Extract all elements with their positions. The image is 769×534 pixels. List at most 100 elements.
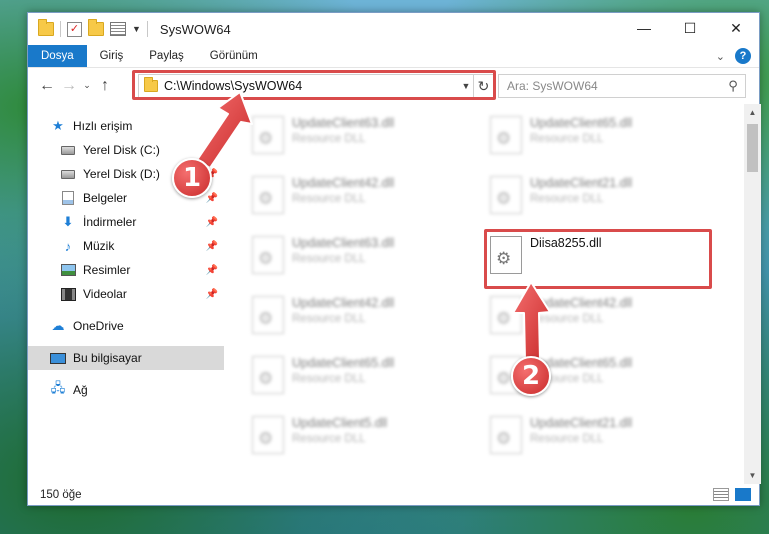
search-box[interactable]: Ara: SysWOW64 ⚲ [498,74,746,98]
tab-share[interactable]: Paylaş [136,45,197,67]
nav-label: Yerel Disk (C:) [83,143,160,157]
nav-quick-access[interactable]: ★ Hızlı erişim [28,114,224,138]
forward-arrow-icon[interactable]: → [58,77,80,95]
disk-icon [61,145,75,155]
pin-icon[interactable]: 📌 [206,241,218,252]
nav-label: Ağ [73,383,88,397]
dll-file-icon [252,116,284,154]
star-icon: ★ [52,118,64,133]
view-options-icon[interactable] [110,22,126,36]
dll-file-icon [252,356,284,394]
network-icon: 🖧 [50,380,66,395]
list-item[interactable]: UpdateClient65.dll Resource DLL [482,110,682,164]
dll-file-icon [252,176,284,214]
list-item[interactable]: UpdateClient42.dll Resource DLL [244,290,444,344]
file-name: UpdateClient5.dll [292,416,388,430]
view-buttons [713,488,751,501]
file-text: UpdateClient42.dll Resource DLL [530,290,632,325]
tab-file[interactable]: Dosya [28,45,87,67]
vertical-scrollbar[interactable]: ▲ ▼ [744,104,761,484]
list-item[interactable]: UpdateClient21.dll Resource DLL [482,170,682,224]
file-description: Resource DLL [530,433,604,445]
nav-label: Resimler [83,263,131,277]
nav-onedrive[interactable]: ☁ OneDrive [28,314,224,338]
new-folder-icon[interactable] [88,19,104,36]
up-arrow-icon[interactable]: ↑ [94,77,116,95]
scroll-up-icon[interactable]: ▲ [744,104,761,121]
ribbon-right-controls: ⌄ ? [716,48,751,64]
nav-label: Müzik [83,239,115,253]
nav-item-pictures[interactable]: Resimler 📌 [28,258,224,282]
dll-file-icon [490,416,522,454]
list-item[interactable]: UpdateClient65.dll Resource DLL [244,350,444,404]
list-item[interactable]: UpdateClient42.dll Resource DLL [244,170,444,224]
close-button[interactable]: ✕ [713,13,759,43]
help-icon[interactable]: ? [735,48,751,64]
dll-file-icon [490,176,522,214]
pin-icon[interactable]: 📌 [206,217,218,228]
nav-item-videos[interactable]: Videolar 📌 [28,282,224,306]
pin-icon[interactable]: 📌 [206,265,218,276]
tab-view[interactable]: Görünüm [197,45,271,67]
nav-label: Belgeler [83,191,128,205]
large-icons-view-icon[interactable] [735,488,751,501]
properties-check-icon[interactable]: ✓ [67,21,82,37]
back-arrow-icon[interactable]: ← [36,77,58,95]
file-name: UpdateClient63.dll [292,236,395,250]
search-icon[interactable]: ⚲ [721,78,745,94]
file-text: UpdateClient65.dll Resource DLL [530,110,632,145]
file-text: UpdateClient5.dll Resource DLL [292,410,387,445]
dll-file-icon [252,296,284,334]
address-bar[interactable]: C:\Windows\SysWOW64 ▼ ↻ [138,74,494,98]
folder-icon [38,19,54,36]
file-description: Resource DLL [530,193,604,205]
refresh-icon[interactable]: ↻ [473,75,493,97]
pin-icon[interactable]: 📌 [206,289,218,300]
tab-home[interactable]: Giriş [87,45,137,67]
disk-icon [61,169,75,179]
customize-toolbar-dropdown-icon[interactable]: ▼ [132,24,141,34]
list-item[interactable]: UpdateClient21.dll Resource DLL [482,410,682,464]
videos-icon-wrap [60,287,76,301]
details-view-icon[interactable] [713,488,729,501]
maximize-button[interactable]: ☐ [667,13,713,43]
recent-locations-chevron-icon[interactable]: ⌄ [80,80,94,91]
address-dropdown-icon[interactable]: ▼ [459,81,473,91]
file-description: Resource DLL [292,373,366,385]
file-description: Resource DLL [292,133,366,145]
explorer-window: ✓ ▼ SysWOW64 — ☐ ✕ Dosya Giriş Paylaş Gö… [27,12,761,506]
expand-ribbon-chevron-icon[interactable]: ⌄ [716,50,725,63]
list-item[interactable]: UpdateClient63.dll Resource DLL [244,110,444,164]
search-input[interactable]: Ara: SysWOW64 [507,79,721,93]
minimize-button[interactable]: — [621,13,667,43]
item-count: 150 öğe [40,489,82,501]
nav-network[interactable]: 🖧 Ağ [28,378,224,402]
scroll-down-icon[interactable]: ▼ [744,467,761,484]
nav-item-downloads[interactable]: ⬇ İndirmeler 📌 [28,210,224,234]
file-text: UpdateClient21.dll Resource DLL [530,410,632,445]
file-name: UpdateClient65.dll [292,356,395,370]
list-item[interactable]: UpdateClient5.dll Resource DLL [244,410,444,464]
status-bar: 150 öğe [28,484,761,506]
scroll-thumb[interactable] [747,124,758,172]
file-description: Resource DLL [292,253,366,265]
step-1-badge: 1 [172,158,212,198]
ribbon-tabs: Dosya Giriş Paylaş Görünüm ⌄ ? [28,45,759,67]
nav-item-music[interactable]: ♪ Müzik 📌 [28,234,224,258]
nav-this-pc[interactable]: Bu bilgisayar [28,346,224,370]
dll-file-icon [490,116,522,154]
quick-access-toolbar: ✓ ▼ [28,19,148,37]
list-item[interactable]: UpdateClient63.dll Resource DLL [244,230,444,284]
address-path[interactable]: C:\Windows\SysWOW64 [164,79,459,93]
file-description: Resource DLL [292,433,366,445]
pin-icon[interactable]: 📌 [206,193,218,204]
file-text: UpdateClient65.dll Resource DLL [292,350,394,385]
computer-icon [50,352,66,364]
music-icon: ♪ [64,238,72,254]
nav-label: Yerel Disk (D:) [83,167,160,181]
list-item[interactable]: UpdateClient42.dll Resource DLL [482,290,682,344]
file-text: UpdateClient21.dll Resource DLL [530,170,632,205]
disk-icon-wrap [60,143,76,157]
file-name: UpdateClient42.dll [292,176,395,190]
